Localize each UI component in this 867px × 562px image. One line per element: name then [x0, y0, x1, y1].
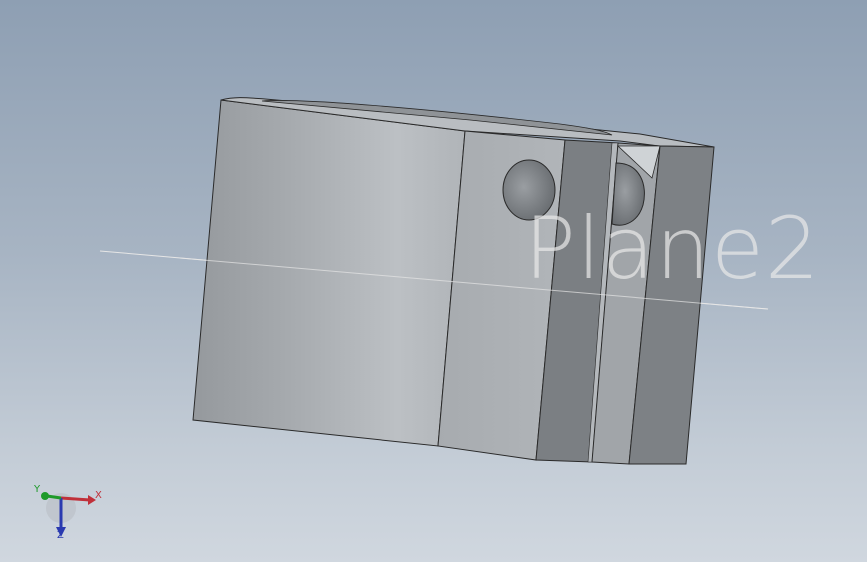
cylinder-body[interactable]: [192, 99, 466, 447]
reference-triad[interactable]: X Y Z: [30, 482, 110, 546]
y-axis-label: Y: [34, 484, 41, 495]
x-axis-label: X: [95, 490, 102, 501]
graphics-viewport[interactable]: Plane2 X Y Z: [0, 0, 867, 562]
model-scene[interactable]: [0, 0, 867, 562]
z-axis-label: Z: [57, 530, 64, 541]
screw-hole[interactable]: [502, 159, 556, 221]
